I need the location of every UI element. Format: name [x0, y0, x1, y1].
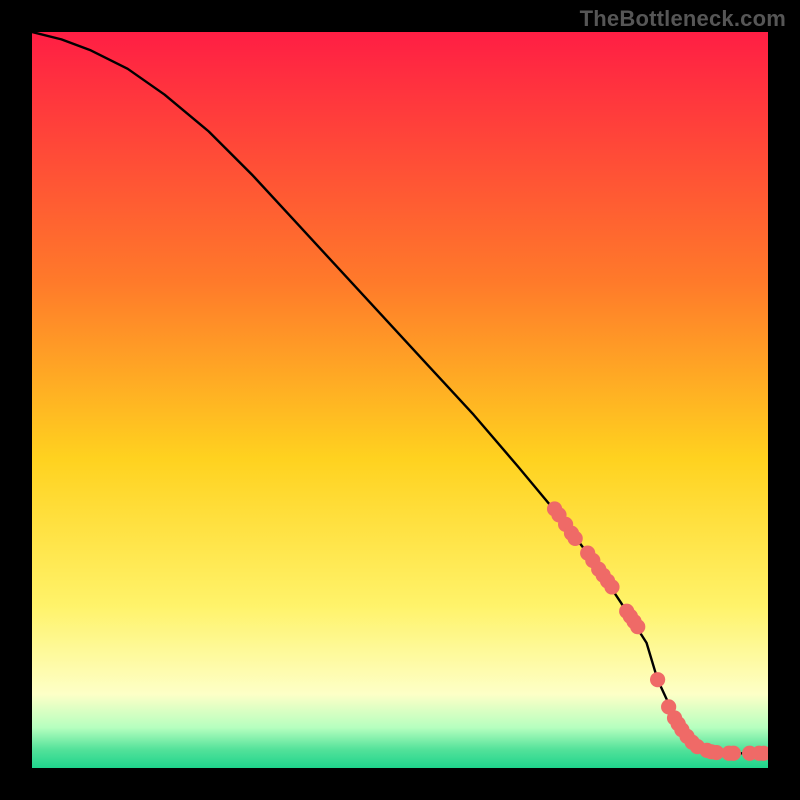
scatter-dot: [630, 619, 645, 634]
gradient-panel: [32, 32, 768, 768]
scatter-dot: [604, 579, 619, 594]
scatter-dot: [726, 746, 741, 761]
plot-area: [32, 32, 768, 768]
scatter-dot: [650, 672, 665, 687]
chart-frame: TheBottleneck.com: [0, 0, 800, 800]
attribution-text: TheBottleneck.com: [580, 6, 786, 32]
scatter-dot: [568, 531, 583, 546]
chart-svg: [32, 32, 768, 768]
